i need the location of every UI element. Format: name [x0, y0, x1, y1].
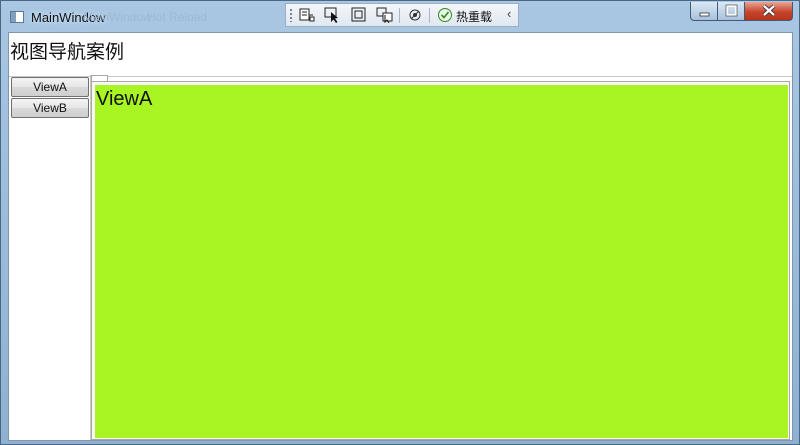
client-area: 视图导航案例 ViewA ViewB ViewA: [8, 32, 793, 441]
toolbar-separator: [429, 8, 430, 23]
main-window: MainWindow MainWindow Hot Reload 热重载 ‹ 视…: [0, 0, 800, 445]
ghost-title-text: Hot Reload: [147, 10, 208, 24]
binding-failures-icon[interactable]: [407, 7, 424, 23]
toolbar-grip-icon[interactable]: [289, 8, 293, 22]
content-region: ViewA: [91, 81, 790, 440]
page-title: 视图导航案例: [10, 42, 125, 63]
hot-reload-check-icon: [437, 7, 454, 23]
header-divider: [9, 76, 792, 77]
view-a-panel: ViewA: [95, 85, 788, 438]
ghost-title-text: MainWindow: [83, 10, 152, 24]
view-a-button[interactable]: ViewA: [11, 77, 89, 97]
track-focused-element-icon[interactable]: [376, 7, 393, 24]
toolbar-separator: [399, 8, 400, 23]
hot-reload-button[interactable]: 热重载: [456, 8, 492, 25]
view-b-button[interactable]: ViewB: [11, 98, 89, 118]
app-icon: [10, 11, 24, 23]
maximize-button[interactable]: [718, 2, 745, 21]
collapse-toolbar-icon[interactable]: ‹: [507, 6, 511, 21]
select-element-icon[interactable]: [324, 7, 341, 23]
display-layout-adorners-icon[interactable]: [350, 7, 367, 23]
visual-tree-icon[interactable]: [298, 7, 315, 23]
xaml-debug-toolbar: 热重载 ‹: [285, 3, 519, 27]
view-title: ViewA: [96, 88, 153, 110]
minimize-button[interactable]: [690, 2, 718, 21]
close-button[interactable]: [745, 2, 793, 21]
title-bar[interactable]: MainWindow MainWindow Hot Reload 热重载 ‹: [1, 1, 799, 31]
